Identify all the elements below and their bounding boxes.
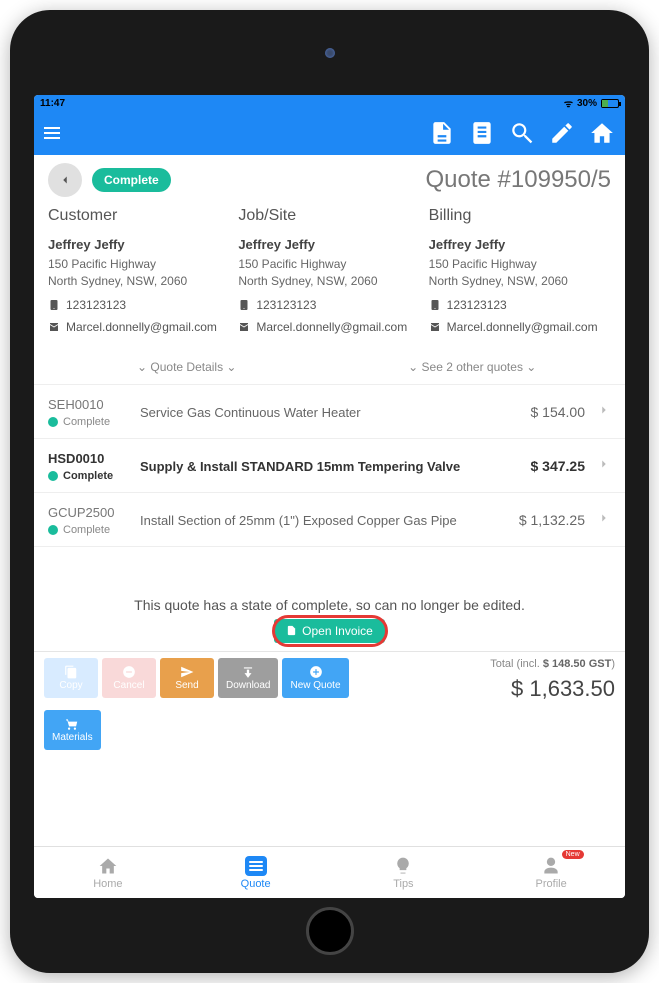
email-icon (48, 321, 60, 333)
send-button[interactable]: Send (160, 658, 214, 698)
line-description: Install Section of 25mm (1") Exposed Cop… (140, 513, 487, 528)
device-statusbar: 11:47 ᯤ 30% (34, 95, 625, 111)
list-icon (245, 856, 267, 876)
line-item[interactable]: SEH0010 Complete Service Gas Continuous … (34, 385, 625, 439)
chevron-right-icon (597, 457, 611, 476)
info-columns: Customer Jeffrey Jeffy 150 Pacific Highw… (34, 203, 625, 342)
email-icon (429, 321, 441, 333)
new-badge: New (562, 850, 584, 859)
home-icon[interactable] (589, 120, 615, 146)
page-title: Quote #109950/5 (426, 166, 612, 194)
edit-icon[interactable] (549, 120, 575, 146)
line-code: GCUP2500 (48, 505, 128, 520)
line-status: Complete (48, 524, 128, 536)
document-icon[interactable] (429, 120, 455, 146)
line-description: Supply & Install STANDARD 15mm Tempering… (140, 459, 487, 474)
phone-icon (48, 299, 60, 311)
customer-heading: Customer (48, 207, 230, 225)
quote-details-expander[interactable]: ⌄ Quote Details ⌄ (48, 360, 326, 374)
menu-icon[interactable] (44, 127, 60, 139)
line-price: $ 154.00 (499, 404, 585, 420)
line-price: $ 1,132.25 (499, 512, 585, 528)
billing-section: Billing Jeffrey Jeffy 150 Pacific Highwa… (429, 207, 611, 334)
new-quote-button[interactable]: New Quote (282, 658, 348, 698)
tab-profile[interactable]: Profile New (477, 847, 625, 898)
line-status: Complete (48, 470, 128, 482)
line-item[interactable]: GCUP2500 Complete Install Section of 25m… (34, 493, 625, 547)
line-code: SEH0010 (48, 397, 128, 412)
battery-percent: 30% (577, 98, 597, 109)
phone-icon (429, 299, 441, 311)
billing-heading: Billing (429, 207, 611, 225)
device-home-button[interactable] (306, 907, 354, 955)
chevron-right-icon (597, 511, 611, 530)
grand-total: $ 1,633.50 (490, 676, 615, 702)
status-badge: Complete (92, 168, 171, 192)
back-button[interactable] (48, 163, 82, 197)
other-quotes-expander[interactable]: ⌄ See 2 other quotes ⌄ (334, 360, 612, 374)
customer-name: Jeffrey Jeffy (48, 237, 230, 252)
jobsite-section: Job/Site Jeffrey Jeffy 150 Pacific Highw… (238, 207, 420, 334)
quote-state-message: This quote has a state of complete, so c… (34, 547, 625, 617)
jobsite-heading: Job/Site (238, 207, 420, 225)
line-status: Complete (48, 416, 128, 428)
clock: 11:47 (40, 98, 65, 109)
cancel-button[interactable]: Cancel (102, 658, 156, 698)
tab-bar: Home Quote Tips Profile New (34, 846, 625, 898)
tab-quote[interactable]: Quote (182, 847, 330, 898)
line-description: Service Gas Continuous Water Heater (140, 405, 487, 420)
chevron-right-icon (597, 403, 611, 422)
gst-total: Total (incl. $ 148.50 GST) (490, 658, 615, 670)
tab-tips[interactable]: Tips (330, 847, 478, 898)
copy-button[interactable]: Copy (44, 658, 98, 698)
materials-button[interactable]: Materials (44, 710, 101, 750)
line-items-list: SEH0010 Complete Service Gas Continuous … (34, 384, 625, 547)
battery-icon (601, 99, 619, 108)
download-button[interactable]: Download (218, 658, 278, 698)
app-bar (34, 111, 625, 155)
phone-icon (238, 299, 250, 311)
line-code: HSD0010 (48, 451, 128, 466)
search-icon[interactable] (509, 120, 535, 146)
line-price: $ 347.25 (499, 458, 585, 474)
line-item[interactable]: HSD0010 Complete Supply & Install STANDA… (34, 439, 625, 493)
email-icon (238, 321, 250, 333)
customer-section: Customer Jeffrey Jeffy 150 Pacific Highw… (48, 207, 230, 334)
book-icon[interactable] (469, 120, 495, 146)
tab-home[interactable]: Home (34, 847, 182, 898)
open-invoice-button[interactable]: Open Invoice (274, 619, 385, 643)
